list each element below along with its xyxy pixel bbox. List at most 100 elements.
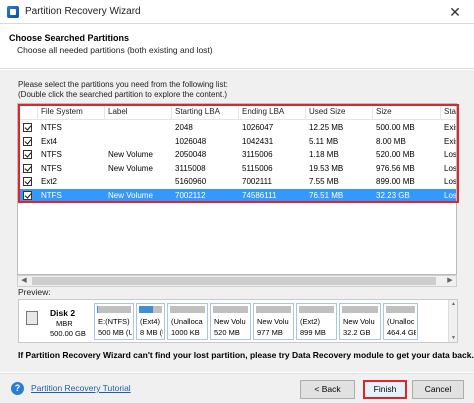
column-header-ending-lba[interactable]: Ending LBA (239, 104, 306, 120)
cell-ending-lba: 7002111 (242, 177, 272, 187)
cell-used-size: 12.25 MB (309, 123, 344, 132)
partition-block[interactable]: New Volu 520 MB (210, 303, 251, 340)
cell-status: Los (444, 163, 457, 173)
cell-label: New Volume (108, 163, 153, 173)
partition-block[interactable]: (Unalloc 464.4 GB (383, 303, 418, 340)
row-checkbox[interactable] (23, 163, 32, 173)
scroll-down-icon[interactable]: ▼ (449, 335, 458, 341)
cancel-button[interactable]: Cancel (412, 380, 464, 399)
cell-ending-lba: 5115006 (242, 163, 273, 173)
cell-used-size: 19.53 MB (309, 163, 344, 173)
cell-size: 976.56 MB (376, 163, 415, 173)
finish-button[interactable]: Finish (363, 380, 407, 399)
cell-status: Los (444, 191, 457, 200)
partition-table[interactable]: File System Label Starting LBA Ending LB… (17, 103, 457, 275)
cell-ending-lba: 1042431 (242, 136, 274, 146)
partition-name: E:(NTFS) (98, 317, 130, 326)
partition-block[interactable]: (Ext2) 899 MB (296, 303, 337, 340)
scroll-left-icon[interactable]: ◀ (18, 276, 30, 286)
row-checkbox[interactable] (23, 123, 32, 132)
column-header-used-size[interactable]: Used Size (306, 104, 373, 120)
column-header-file-system[interactable]: File System (38, 104, 105, 120)
table-row[interactable]: NTFS 2048 1026047 12.25 MB 500.00 MB Exis (18, 121, 456, 135)
cell-ending-lba: 1026047 (242, 123, 274, 132)
cell-starting-lba: 2048 (175, 123, 193, 132)
table-horizontal-scrollbar[interactable]: ◀ ▶ (17, 275, 457, 287)
cell-ending-lba: 74586111 (242, 191, 277, 200)
column-header-status[interactable]: Stat (441, 104, 456, 120)
table-row[interactable]: Ext2 5160960 7002111 7.55 MB 899.00 MB Los (18, 175, 457, 189)
partition-size: 500 MB (Us (98, 328, 132, 337)
row-checkbox[interactable] (23, 191, 32, 200)
row-checkbox[interactable] (23, 177, 32, 187)
table-row[interactable]: NTFS New Volume 2050048 3115006 1.18 MB 520.0… (18, 148, 457, 162)
preview-label: Preview: (18, 287, 51, 297)
cell-ending-lba: 3115006 (242, 150, 273, 160)
cell-starting-lba: 3115008 (175, 163, 206, 173)
cell-size: 8.00 MB (376, 136, 406, 146)
preview-scrollbar[interactable]: ▲ ▼ (448, 300, 457, 342)
cell-status: Exis (444, 136, 456, 146)
partition-block[interactable]: E:(NTFS) 500 MB (Us (94, 303, 134, 340)
partition-block[interactable]: (Unalloca 1000 KB (167, 303, 208, 340)
instruction-line-2: (Double click the searched partition to … (18, 90, 228, 99)
partition-name: New Volu (214, 317, 246, 326)
cell-starting-lba: 7002112 (175, 191, 206, 200)
partition-usage-bar (213, 306, 248, 313)
partition-name: (Ext2) (300, 317, 321, 326)
partition-block[interactable]: New Volu 32.2 GB (339, 303, 381, 340)
table-row[interactable]: NTFS New Volume 7002112 74586111 76.51 MB 32.… (18, 189, 457, 203)
cell-label (105, 175, 172, 189)
disk-icon (26, 311, 38, 325)
partition-usage-bar (342, 306, 378, 313)
cell-file-system: NTFS (41, 123, 62, 132)
table-row[interactable]: NTFS New Volume 3115008 5115006 19.53 MB 976.… (18, 162, 457, 176)
column-header-size[interactable]: Size (373, 104, 441, 120)
column-header-label[interactable]: Label (105, 104, 172, 120)
page-title: Choose Searched Partitions (9, 33, 130, 43)
partition-block[interactable]: New Volu 977 MB (253, 303, 294, 340)
back-button[interactable]: < Back (300, 380, 355, 399)
cell-size: 520.00 MB (376, 150, 415, 160)
disk-type: MBR (56, 319, 73, 328)
cell-used-size: 5.11 MB (309, 136, 339, 146)
cell-file-system: NTFS (41, 163, 62, 173)
scroll-right-icon[interactable]: ▶ (444, 276, 456, 286)
partition-usage-fill (139, 306, 153, 313)
partition-usage-bar (97, 306, 131, 313)
scroll-up-icon[interactable]: ▲ (449, 301, 458, 307)
window-title: Partition Recovery Wizard (25, 6, 141, 17)
tutorial-link[interactable]: Partition Recovery Tutorial (31, 383, 131, 393)
partition-name: New Volu (257, 317, 289, 326)
partition-size: 977 MB (257, 328, 283, 337)
partition-size: 1000 KB (171, 328, 200, 337)
cell-starting-lba: 1026048 (175, 136, 207, 146)
partition-usage-fill (97, 306, 99, 313)
disk-name: Disk 2 (50, 308, 76, 318)
row-checkbox[interactable] (23, 150, 32, 160)
cell-label: New Volume (108, 191, 153, 200)
partition-usage-bar (386, 306, 415, 313)
partition-block[interactable]: (Ext4) 8 MB (Use (136, 303, 165, 340)
cell-file-system: NTFS (41, 150, 62, 160)
cell-status: Los (444, 150, 457, 160)
scrollbar-thumb[interactable] (32, 277, 436, 285)
wizard-header: Choose Searched Partitions Choose all ne… (0, 25, 474, 69)
table-row[interactable]: Ext4 1026048 1042431 5.11 MB 8.00 MB Exis (18, 135, 456, 149)
help-icon[interactable]: ? (11, 382, 24, 395)
partition-size: 899 MB (300, 328, 326, 337)
instruction-line-1: Please select the partitions you need fr… (18, 80, 228, 89)
disk-map-preview: Disk 2 MBR 500.00 GB E:(NTFS) 500 MB (Us (… (18, 299, 458, 343)
close-button[interactable]: ✕ (446, 3, 464, 21)
partition-size: 520 MB (214, 328, 240, 337)
cell-status: Los (444, 177, 457, 187)
column-header-starting-lba[interactable]: Starting LBA (172, 104, 239, 120)
disk-size: 500.00 GB (50, 329, 86, 338)
partition-usage-bar (299, 306, 334, 313)
partition-size: 32.2 GB (343, 328, 371, 337)
cell-file-system: Ext2 (41, 177, 58, 187)
title-bar: Partition Recovery Wizard ✕ (0, 0, 474, 24)
cell-file-system: Ext4 (41, 136, 58, 146)
page-subtitle: Choose all needed partitions (both exist… (17, 45, 213, 55)
row-checkbox[interactable] (23, 136, 32, 146)
